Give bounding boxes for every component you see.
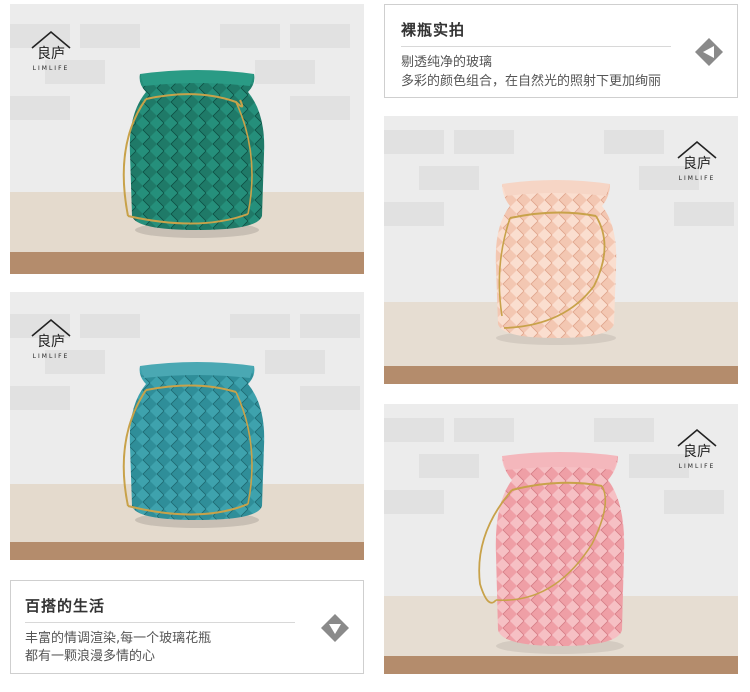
feature-panel-lifestyle: 百搭的生活 丰富的情调渲染,每一个玻璃花瓶 都有一颗浪漫多情的心: [10, 580, 364, 674]
panel-line-1: 丰富的情调渲染,每一个玻璃花瓶: [25, 631, 212, 646]
arrow-left-diamond-icon: [694, 37, 724, 67]
panel-line-2: 都有一颗浪漫多情的心: [25, 649, 156, 664]
panel-divider: [25, 622, 295, 623]
logo-wordmark-text: LIMLIFE: [33, 65, 70, 72]
logo-mark-text: 良庐: [37, 334, 65, 350]
logo-wordmark-text: LIMLIFE: [679, 175, 716, 182]
logo-mark-text: 良庐: [683, 156, 711, 172]
feature-panel-photo: 裸瓶实拍 剔透纯净的玻璃 多彩的颜色组合，在自然光的照射下更加绚丽: [384, 4, 738, 98]
brand-logo: 良庐 LIMLIFE: [28, 314, 74, 364]
photo-pink-vase: 良庐 LIMLIFE: [384, 404, 738, 674]
panel-title: 裸瓶实拍: [401, 21, 466, 39]
panel-line-1: 剔透纯净的玻璃: [401, 55, 493, 70]
arrow-down-diamond-icon: [320, 613, 350, 643]
photo-teal-vase: 良庐 LIMLIFE: [10, 292, 364, 560]
photo-green-vase: 良庐 LIMLIFE: [10, 4, 364, 274]
logo-wordmark-text: LIMLIFE: [33, 353, 70, 360]
panel-line-2: 多彩的颜色组合，在自然光的照射下更加绚丽: [401, 74, 662, 89]
logo-mark-text: 良庐: [683, 444, 711, 460]
logo-mark-text: 良庐: [37, 46, 65, 62]
photo-peach-vase: 良庐 LIMLIFE: [384, 116, 738, 384]
panel-divider: [401, 46, 671, 47]
logo-wordmark-text: LIMLIFE: [679, 463, 716, 470]
brand-logo: 良庐 LIMLIFE: [674, 424, 720, 474]
brand-logo: 良庐 LIMLIFE: [28, 26, 74, 76]
brand-logo: 良庐 LIMLIFE: [674, 136, 720, 186]
panel-title: 百搭的生活: [25, 597, 106, 615]
